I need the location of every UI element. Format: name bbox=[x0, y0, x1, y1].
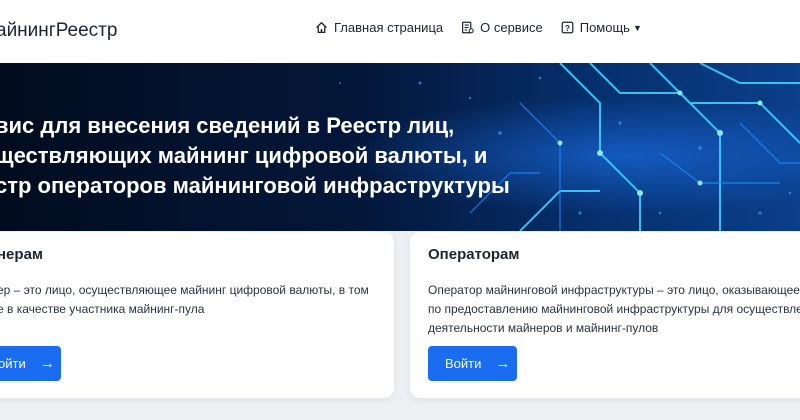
description-line: е в качестве участника майнинг-пула bbox=[0, 302, 205, 316]
arrow-right-icon: → bbox=[495, 355, 511, 372]
miners-login-button[interactable]: ойти → bbox=[0, 346, 61, 381]
hero-title-line: ществляющих майнинг цифровой валюты, и bbox=[0, 143, 488, 168]
description-line: деятельности майнеров и майнинг-пулов bbox=[428, 321, 659, 335]
miners-card: нерам ер – это лицо, осуществляющее майн… bbox=[0, 232, 394, 398]
operators-card-description: Оператор майнинговой инфраструктуры – эт… bbox=[428, 281, 800, 338]
hero-title: вис для внесения сведений в Реестр лиц, … bbox=[0, 111, 560, 201]
top-header: айнингРеестр Главная страница О сервисе … bbox=[0, 0, 800, 63]
hero-title-line: вис для внесения сведений в Реестр лиц, bbox=[0, 113, 455, 138]
home-icon bbox=[316, 21, 327, 34]
nav-home[interactable]: Главная страница bbox=[315, 20, 443, 35]
document-icon bbox=[462, 21, 474, 34]
site-logo[interactable]: айнингРеестр bbox=[0, 20, 117, 42]
description-line: Оператор майнинговой инфраструктуры – эт… bbox=[428, 283, 800, 297]
operators-card: Операторам Оператор майнинговой инфрастр… bbox=[410, 232, 800, 398]
hero-title-line: стр операторов майнинговой инфраструктур… bbox=[0, 173, 510, 198]
operators-card-title: Операторам bbox=[428, 246, 520, 263]
nav-about-label: О сервисе bbox=[480, 20, 543, 35]
question-icon: ? bbox=[561, 21, 574, 34]
operators-login-label: Войти bbox=[445, 356, 482, 371]
miners-card-title: нерам bbox=[0, 246, 44, 263]
nav-home-label: Главная страница bbox=[334, 20, 444, 35]
nav-help-dropdown[interactable]: ? Помощь ▼ bbox=[561, 20, 642, 35]
hero-banner: вис для внесения сведений в Реестр лиц, … bbox=[0, 63, 800, 231]
nav-help-label: Помощь bbox=[579, 20, 630, 35]
description-line: по предоставлению майнинговой инфраструк… bbox=[428, 302, 800, 316]
description-line: ер – это лицо, осуществляющее майнинг ци… bbox=[0, 283, 369, 297]
arrow-right-icon: → bbox=[39, 355, 55, 372]
miners-card-description: ер – это лицо, осуществляющее майнинг ци… bbox=[0, 281, 369, 319]
chevron-down-icon: ▼ bbox=[632, 22, 642, 33]
svg-text:?: ? bbox=[565, 24, 570, 33]
operators-login-button[interactable]: Войти → bbox=[428, 346, 517, 381]
nav-about[interactable]: О сервисе bbox=[461, 20, 543, 35]
main-nav: Главная страница О сервисе ? Помощь ▼ bbox=[315, 20, 660, 35]
miners-login-label: ойти bbox=[0, 356, 26, 371]
